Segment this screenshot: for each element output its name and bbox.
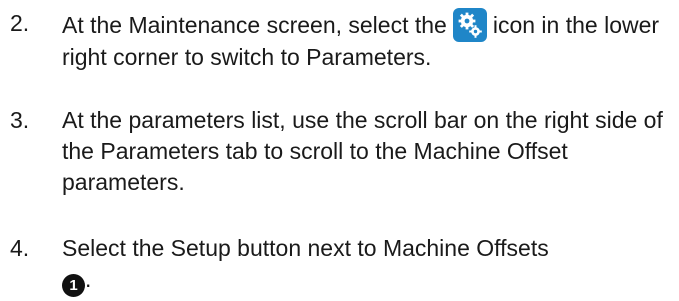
step-number: 4. (10, 235, 30, 261)
step-text-before-icon: At the Maintenance screen, select the (62, 12, 447, 38)
step-text: At the Maintenance screen, select the ic… (62, 8, 672, 73)
gears-icon (452, 8, 487, 42)
instruction-step: 3. At the parameters list, use the scrol… (0, 105, 679, 205)
step-text: Select the Setup button next to Machine … (62, 233, 672, 297)
step-text-end: . (85, 266, 92, 292)
callout-number-badge: 1 (62, 274, 85, 297)
step-text: At the parameters list, use the scroll b… (62, 107, 663, 195)
instruction-step: 2. At the Maintenance screen, select the (0, 8, 679, 78)
step-number: 2. (10, 10, 30, 36)
step-text-main: Select the Setup button next to Machine … (62, 235, 549, 261)
step-number: 3. (10, 107, 30, 133)
instruction-step: 4. Select the Setup button next to Machi… (0, 233, 679, 299)
